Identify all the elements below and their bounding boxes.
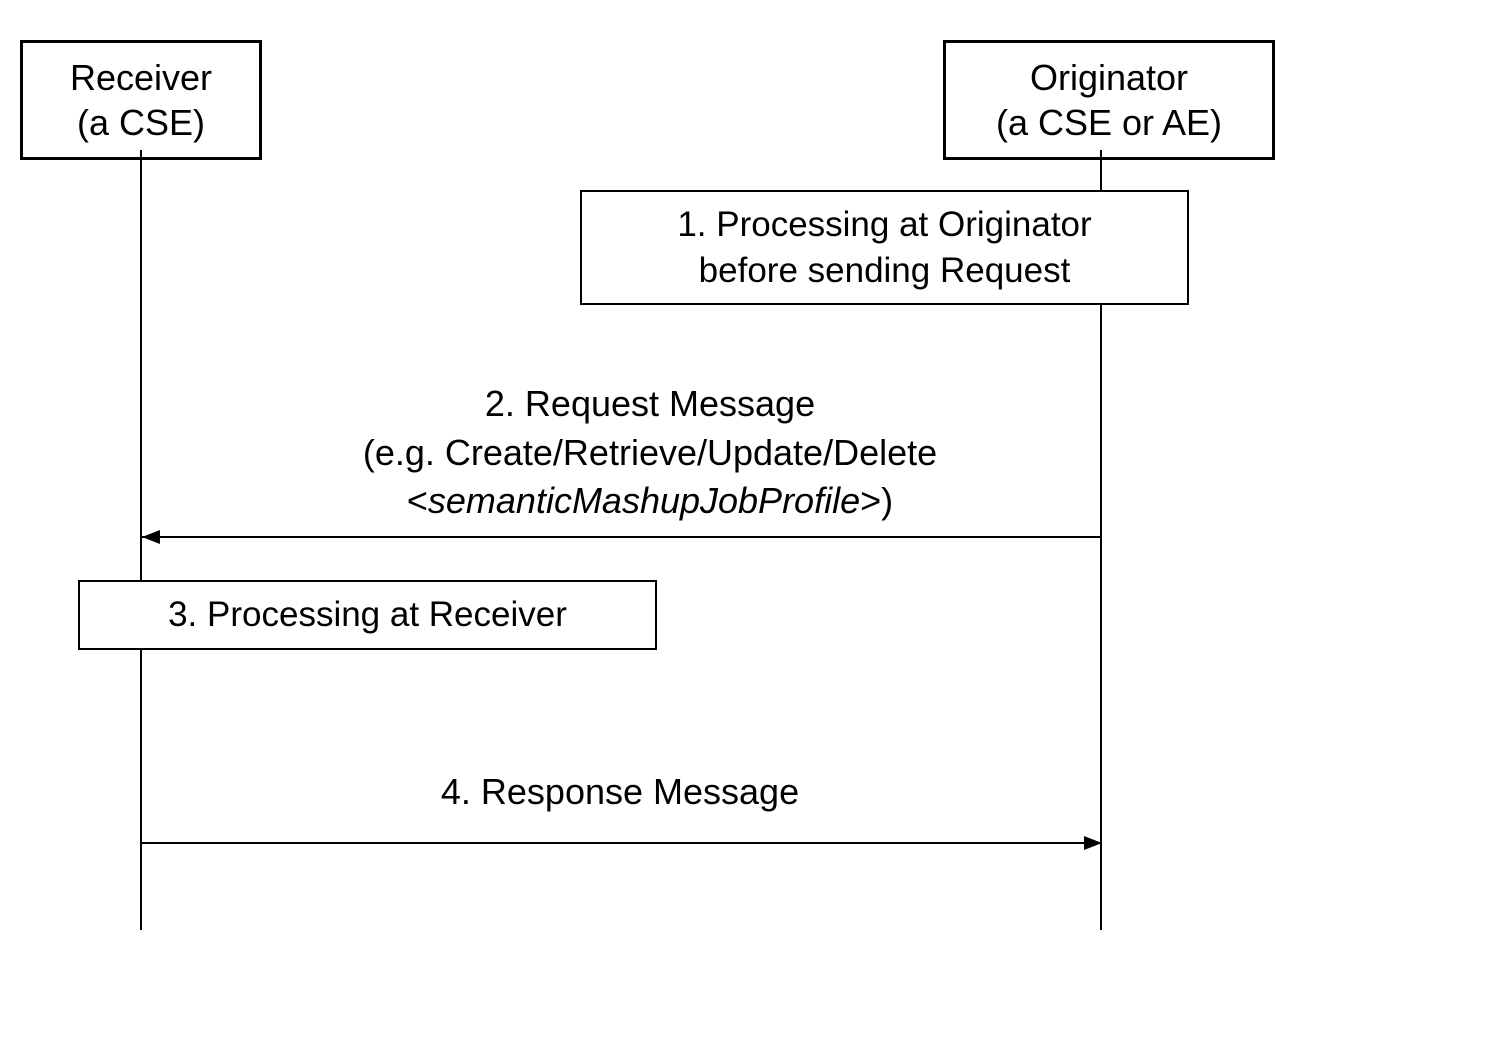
originator-subtitle: (a CSE or AE)	[964, 100, 1254, 145]
step4-message-label: 4. Response Message	[220, 768, 1020, 817]
arrow-response	[142, 842, 1100, 844]
step1-line2: before sending Request	[602, 248, 1167, 294]
step3-text: 3. Processing at Receiver	[100, 592, 635, 638]
originator-name: Originator	[964, 55, 1254, 100]
receiver-actor-box: Receiver (a CSE)	[20, 40, 262, 160]
arrow-request-head	[142, 530, 160, 544]
step2-line2: (e.g. Create/Retrieve/Update/Delete	[200, 429, 1100, 478]
step1-line1: 1. Processing at Originator	[602, 202, 1167, 248]
step4-text: 4. Response Message	[220, 768, 1020, 817]
step2-line3-open: <	[407, 480, 428, 521]
receiver-subtitle: (a CSE)	[41, 100, 241, 145]
step3-processing-box: 3. Processing at Receiver	[78, 580, 657, 650]
step2-message-label: 2. Request Message (e.g. Create/Retrieve…	[200, 380, 1100, 526]
originator-actor-box: Originator (a CSE or AE)	[943, 40, 1275, 160]
arrow-request	[142, 536, 1100, 538]
sequence-diagram: Receiver (a CSE) Originator (a CSE or AE…	[20, 20, 1300, 940]
arrow-response-head	[1084, 836, 1102, 850]
step2-line3: <semanticMashupJobProfile>)	[200, 477, 1100, 526]
step2-line3-italic: semanticMashupJobProfile	[428, 480, 860, 521]
step2-line1: 2. Request Message	[200, 380, 1100, 429]
step1-processing-box: 1. Processing at Originator before sendi…	[580, 190, 1189, 305]
step2-line3-close: >)	[860, 480, 893, 521]
receiver-name: Receiver	[41, 55, 241, 100]
